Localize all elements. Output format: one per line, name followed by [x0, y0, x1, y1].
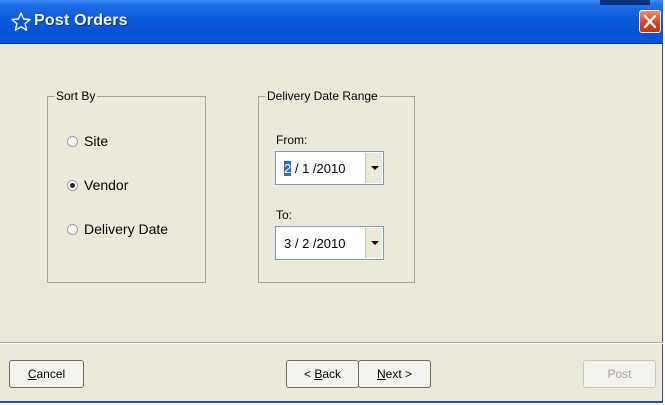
from-date-picker[interactable]: 2 / 1 /2010 — [275, 151, 384, 185]
from-date-rest: / 1 /2010 — [291, 161, 346, 176]
to-label: To: — [276, 208, 293, 222]
radio-circle-site[interactable] — [67, 135, 78, 147]
to-dropdown-button[interactable] — [365, 228, 382, 258]
radio-label-site: Site — [84, 133, 109, 149]
chevron-down-icon — [371, 241, 379, 245]
radio-circle-vendor[interactable] — [67, 179, 78, 191]
chevron-down-icon — [371, 166, 379, 170]
radio-vendor[interactable]: Vendor — [67, 177, 128, 193]
next-label: ext > — [385, 367, 413, 381]
background-strip — [600, 0, 650, 5]
cancel-label: ancel — [36, 367, 66, 381]
back-button[interactable]: < Back — [286, 360, 359, 388]
star-outline-icon — [11, 12, 31, 31]
footer-separator-highlight — [0, 343, 663, 344]
to-date-value[interactable]: 3 / 2 /2010 — [284, 236, 345, 251]
close-button[interactable] — [639, 10, 661, 33]
cancel-button[interactable]: Cancel — [9, 360, 84, 388]
next-mnemonic: N — [376, 367, 386, 381]
sort-by-label: Sort By — [54, 89, 98, 103]
from-label: From: — [276, 133, 308, 147]
post-label: Post — [607, 367, 632, 381]
radio-circle-delivery-date[interactable] — [67, 223, 78, 235]
from-dropdown-button[interactable] — [365, 153, 382, 183]
back-label: ack — [322, 367, 342, 381]
sort-by-group: Sort By Site Vendor Delivery Date — [47, 89, 206, 283]
title-bar[interactable]: Post Orders — [0, 0, 663, 44]
delivery-date-range-group: Delivery Date Range From: 2 / 1 /2010 To… — [258, 89, 415, 283]
close-icon — [643, 14, 657, 29]
radio-label-vendor: Vendor — [84, 177, 129, 193]
to-date-picker[interactable]: 3 / 2 /2010 — [275, 226, 384, 260]
post-orders-window: Post Orders Sort By Site Vendor Delivery… — [0, 0, 663, 403]
window-title: Post Orders — [34, 12, 128, 29]
radio-delivery-date[interactable]: Delivery Date — [67, 221, 168, 237]
from-date-value[interactable]: 2 / 1 /2010 — [284, 161, 345, 176]
post-button[interactable]: Post — [583, 360, 656, 388]
next-button[interactable]: Next > — [358, 360, 431, 388]
back-prefix: < — [303, 367, 315, 381]
radio-site[interactable]: Site — [67, 133, 108, 149]
delivery-date-range-label: Delivery Date Range — [265, 89, 380, 103]
radio-label-delivery-date: Delivery Date — [84, 221, 169, 237]
